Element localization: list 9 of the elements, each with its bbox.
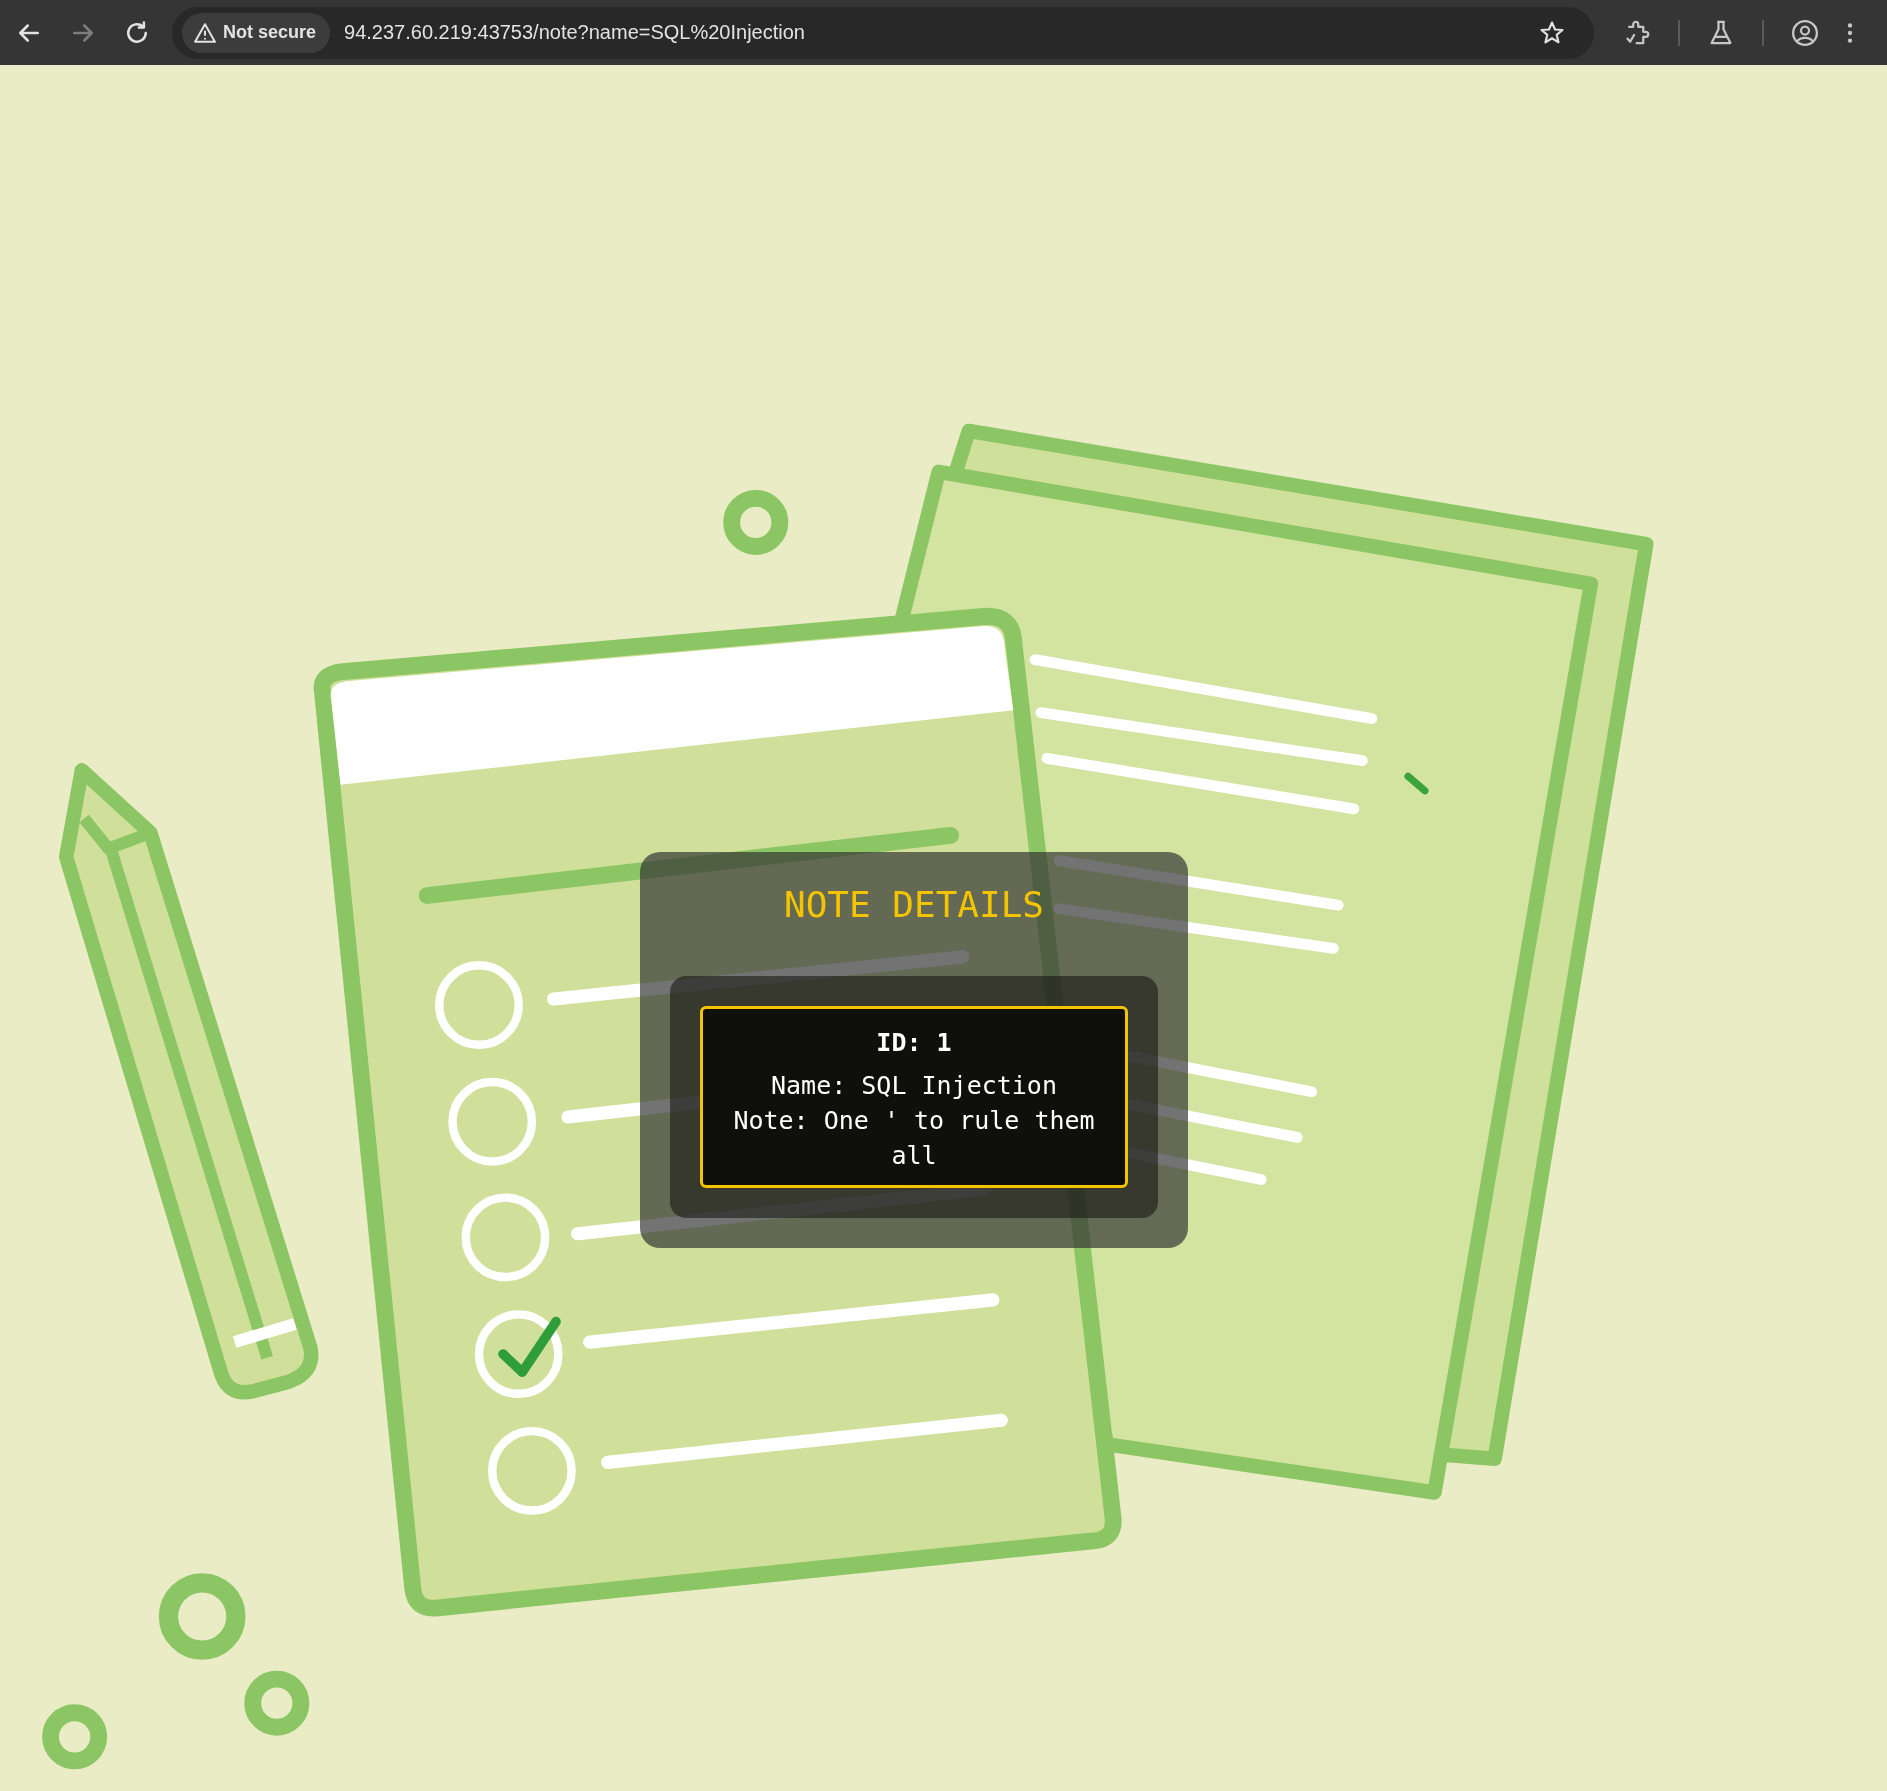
profile-icon[interactable] [1790,17,1820,48]
security-chip[interactable]: Not secure [182,12,331,53]
note-id: ID: 1 [876,1027,952,1059]
note-field: Note: One ' to rule them all [713,1103,1115,1173]
note-field: Name: SQL Injection [771,1068,1057,1103]
warning-icon [194,21,216,44]
address-bar[interactable]: Not secure 94.237.60.219:43753/note?name=SQL%20Injection [172,6,1594,59]
card-title: NOTE DETAILS [783,884,1045,926]
url-text: 94.237.60.219:43753/note?name=SQL%20Injection [344,21,806,44]
